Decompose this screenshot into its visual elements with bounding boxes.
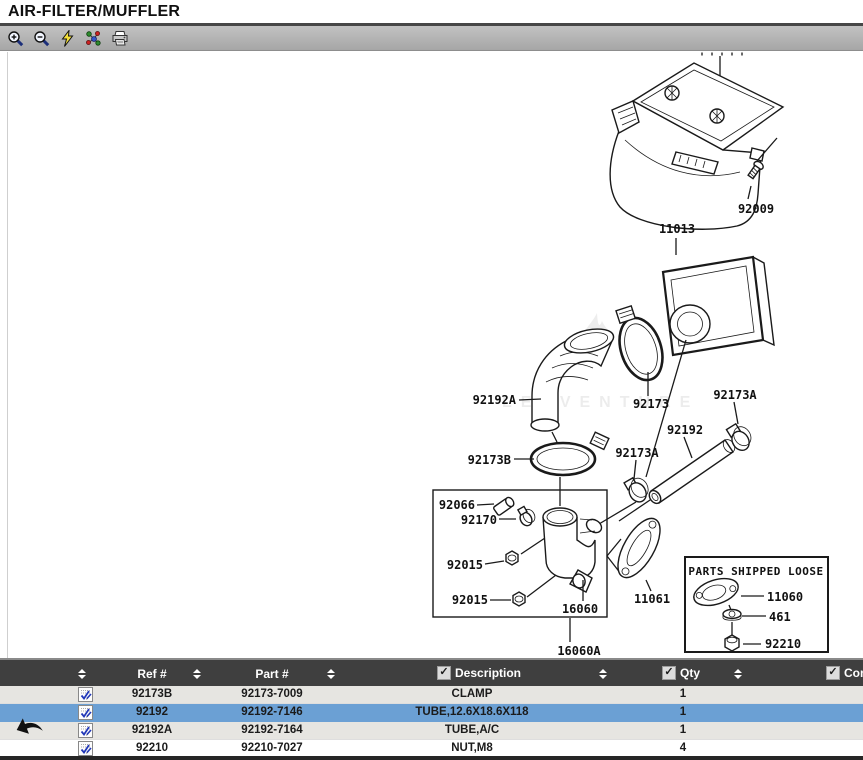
nut-92015-lower: [490, 572, 560, 606]
cell-part: 92192-7146: [212, 706, 332, 718]
part-label-92192[interactable]: 92192: [667, 423, 703, 437]
tube-92192: [647, 437, 737, 506]
edit-row-button[interactable]: [78, 687, 93, 702]
hotspot-links-button[interactable]: [83, 28, 104, 49]
body-16060: [543, 508, 604, 601]
edit-icon: [78, 723, 93, 738]
cell-ref: 92192: [104, 706, 200, 718]
gasket-11061: [607, 512, 668, 591]
cell-part: 92192-7164: [212, 724, 332, 736]
part-label-11061[interactable]: 11061: [634, 592, 670, 606]
table-row[interactable]: 92192A 92192-7164 TUBE,A/C 1: [0, 722, 863, 740]
part-label-11060[interactable]: 11060: [767, 590, 803, 604]
parts-catalog-window: AIR-FILTER/MUFFLER: [0, 0, 863, 760]
part-label-92210[interactable]: 92210: [765, 637, 801, 651]
edit-icon: [78, 687, 93, 702]
part-label-92015-lower[interactable]: 92015: [452, 593, 488, 607]
sort-icon[interactable]: [734, 669, 742, 679]
sort-icon[interactable]: [193, 669, 201, 679]
description-checkbox[interactable]: ✓: [437, 666, 451, 680]
hotspot-links-icon: [85, 30, 102, 47]
loose-box-title: PARTS SHIPPED LOOSE: [688, 565, 823, 578]
cell-part: 92210-7027: [212, 742, 332, 754]
page-title: AIR-FILTER/MUFFLER: [0, 0, 863, 21]
cell-qty: 1: [618, 688, 748, 700]
edit-row-button[interactable]: [78, 741, 93, 756]
part-label-461[interactable]: 461: [769, 610, 791, 624]
part-label-92009[interactable]: 92009: [738, 202, 774, 216]
cell-description: TUBE,A/C: [345, 724, 599, 736]
duct-92192A: [519, 325, 616, 506]
parts-shipped-loose-box: PARTS SHIPPED LOOSE 11060 461: [685, 557, 828, 652]
column-header-part[interactable]: Part #: [212, 667, 332, 681]
diagram-canvas: LEAVENTURE: [0, 52, 863, 658]
part-label-92173B[interactable]: 92173B: [468, 453, 511, 467]
zoom-in-button[interactable]: [5, 28, 26, 49]
panel-bottom-edge: [0, 756, 863, 760]
exploded-parts-diagram: LEAVENTURE: [0, 52, 863, 658]
air-filter-element: [663, 238, 774, 355]
sort-icon[interactable]: [78, 669, 86, 679]
edit-row-button[interactable]: [78, 723, 93, 738]
qty-checkbox[interactable]: ✓: [662, 666, 676, 680]
loose-gasket-11060: [690, 573, 741, 610]
loose-nut-92210: [725, 635, 739, 651]
flash-icon: [59, 30, 76, 47]
column-header-config[interactable]: ✓ Config: [826, 666, 863, 680]
cell-ref: 92173B: [104, 688, 200, 700]
column-header-qty[interactable]: ✓ Qty: [662, 666, 700, 680]
table-row[interactable]: 92173B 92173-7009 CLAMP 1: [0, 686, 863, 704]
zoom-out-icon: [33, 30, 50, 47]
table-header: Ref # Part # ✓ Description ✓ Qty ✓ Confi…: [0, 658, 863, 686]
table-row[interactable]: 92192 92192-7146 TUBE,12.6X18.6X118 1: [0, 704, 863, 722]
cell-qty: 1: [618, 706, 748, 718]
cell-qty: 1: [618, 724, 748, 736]
print-button[interactable]: [109, 28, 130, 49]
loose-washer-461: [723, 610, 741, 621]
edit-row-button[interactable]: [78, 705, 93, 720]
edit-icon: [78, 741, 93, 756]
part-label-16060[interactable]: 16060: [562, 602, 598, 616]
edit-icon: [78, 705, 93, 720]
config-checkbox[interactable]: ✓: [826, 666, 840, 680]
cell-description: TUBE,12.6X18.6X118: [345, 706, 599, 718]
part-label-11013[interactable]: 11013: [659, 222, 695, 236]
cell-description: CLAMP: [345, 688, 599, 700]
cell-ref: 92210: [104, 742, 200, 754]
part-label-92173[interactable]: 92173: [633, 397, 669, 411]
cell-qty: 4: [618, 742, 748, 754]
clamp-92173B: [514, 432, 609, 475]
cell-part: 92173-7009: [212, 688, 332, 700]
part-label-92192A[interactable]: 92192A: [473, 393, 517, 407]
sort-icon[interactable]: [327, 669, 335, 679]
part-label-92015-upper[interactable]: 92015: [447, 558, 483, 572]
part-label-92173A-left[interactable]: 92173A: [615, 446, 659, 460]
part-label-16060A[interactable]: 16060A: [557, 644, 601, 658]
column-header-ref[interactable]: Ref #: [104, 667, 200, 681]
cell-description: NUT,M8: [345, 742, 599, 754]
diagram-toolbar: [0, 26, 863, 51]
clamp-92173: [608, 301, 670, 396]
nut-92015-upper: [485, 536, 548, 565]
panel-left-edge: [7, 52, 8, 658]
part-label-92173A-right[interactable]: 92173A: [713, 388, 757, 402]
flash-button[interactable]: [57, 28, 78, 49]
part-label-92066[interactable]: 92066: [439, 498, 475, 512]
title-bar: AIR-FILTER/MUFFLER: [0, 0, 863, 23]
parts-table: Ref # Part # ✓ Description ✓ Qty ✓ Confi…: [0, 658, 863, 758]
zoom-in-icon: [7, 30, 24, 47]
column-header-description[interactable]: ✓ Description: [437, 666, 521, 680]
print-icon: [111, 30, 129, 47]
part-label-92170[interactable]: 92170: [461, 513, 497, 527]
zoom-out-button[interactable]: [31, 28, 52, 49]
cell-ref: 92192A: [104, 724, 200, 736]
sort-icon[interactable]: [599, 669, 607, 679]
